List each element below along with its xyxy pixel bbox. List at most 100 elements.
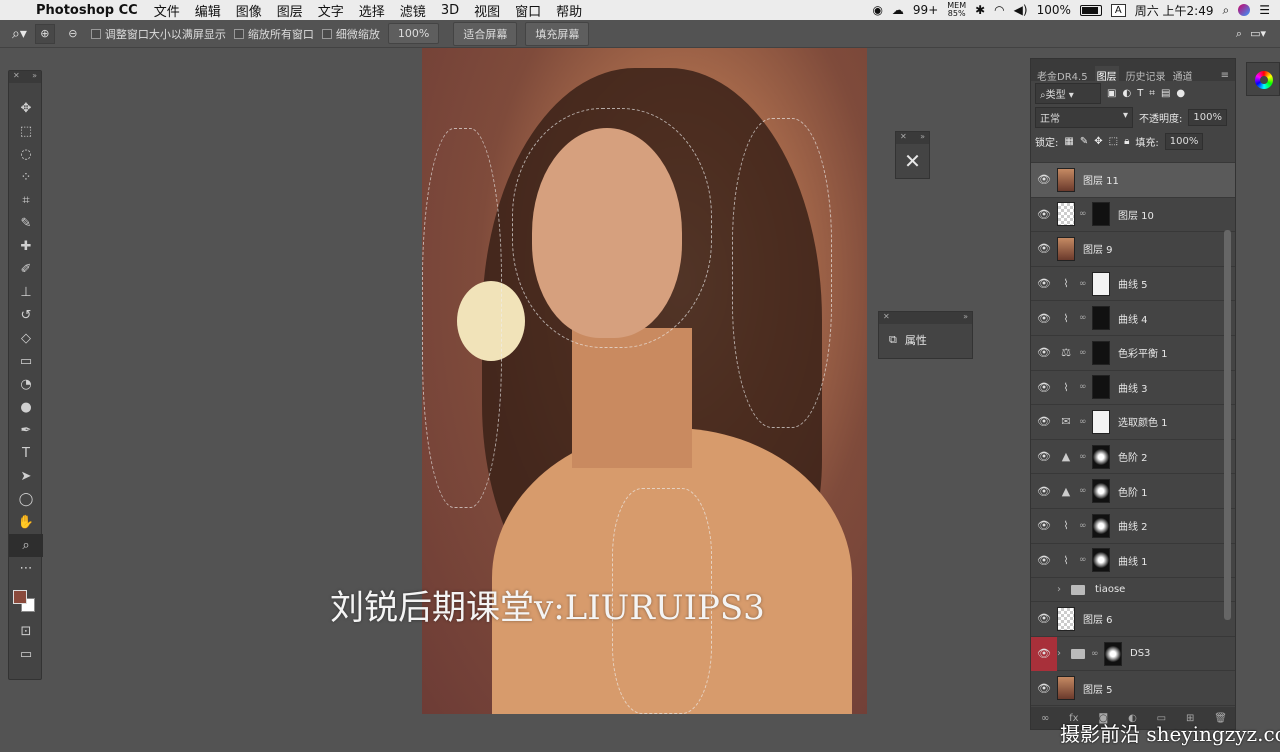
scrubby-zoom-checkbox[interactable]: 细微缩放 (321, 26, 380, 42)
resize-windows-checkbox[interactable]: 调整窗口大小以满屏显示 (90, 26, 226, 42)
fit-screen-button[interactable]: 适合屏幕 (453, 21, 518, 46)
visibility-eye-icon[interactable]: 👁︎ (1031, 612, 1057, 625)
visibility-eye-icon[interactable]: 👁︎ (1031, 554, 1057, 567)
visibility-eye-icon[interactable]: 👁︎ (1031, 277, 1057, 290)
opacity-input[interactable]: 100% (1188, 108, 1227, 126)
filter-adjustment-icon[interactable]: ◐ (1122, 88, 1131, 99)
collapse-icon[interactable]: » (32, 71, 37, 83)
siri-icon[interactable] (1238, 4, 1251, 16)
menu-view[interactable]: 视图 (474, 1, 500, 20)
properties-button[interactable]: ⧉ 属性 (879, 324, 972, 356)
link-icon[interactable]: ∞ (1079, 348, 1089, 358)
path-select-icon[interactable]: ➤ (9, 465, 43, 488)
link-icon[interactable]: ∞ (1079, 555, 1089, 565)
bluetooth-icon[interactable]: ✱ (975, 3, 985, 17)
fill-screen-button[interactable]: 填充屏幕 (525, 21, 590, 46)
blend-mode-select[interactable]: 正常 ▾ (1035, 106, 1133, 128)
record-icon[interactable]: ◉ (872, 3, 882, 17)
layer-row[interactable]: 👁︎ ✉ ∞ 选取颜色 1 (1031, 405, 1235, 440)
brush-tool-icon[interactable]: ✐ (9, 258, 43, 281)
close-icon[interactable]: ✕ (13, 71, 20, 83)
gradient-tool-icon[interactable]: ▭ (9, 350, 43, 373)
visibility-eye-icon[interactable]: 👁︎ (1031, 173, 1057, 186)
visibility-eye-icon[interactable]: 👁︎ (1031, 381, 1057, 394)
filter-shape-icon[interactable]: ⌗ (1149, 88, 1155, 99)
screen-mode-icon[interactable]: ▭ (9, 643, 43, 666)
zoom-100-button[interactable]: 100% (387, 23, 440, 44)
more-tools-icon[interactable]: ⋯ (9, 557, 43, 580)
layer-name[interactable]: tiaose (1095, 584, 1125, 595)
lock-artboard-icon[interactable]: ⬚ (1109, 136, 1118, 147)
eraser-tool-icon[interactable]: ◇ (9, 327, 43, 350)
tool-presets-icon[interactable]: ✕ (896, 144, 929, 178)
expand-icon[interactable]: » (920, 132, 925, 144)
layer-name[interactable]: 图层 10 (1118, 207, 1154, 222)
zoom-all-windows-checkbox[interactable]: 缩放所有窗口 (233, 26, 314, 42)
link-icon[interactable]: ∞ (1079, 452, 1089, 462)
layer-name[interactable]: 曲线 3 (1118, 380, 1148, 395)
layer-row[interactable]: 👁︎ 图层 5 (1031, 671, 1235, 706)
zoom-tool-preset-icon[interactable]: ⌕▾ (12, 26, 27, 42)
visibility-eye-icon[interactable]: 👁︎ (1031, 519, 1057, 532)
layer-name[interactable]: 曲线 1 (1118, 553, 1148, 568)
lock-all-icon[interactable]: 🔒︎ (1124, 136, 1129, 147)
lock-paint-icon[interactable]: ✎ (1080, 136, 1088, 147)
pen-tool-icon[interactable]: ✒ (9, 419, 43, 442)
layer-name[interactable]: 曲线 2 (1118, 518, 1148, 533)
menu-layer[interactable]: 图层 (277, 1, 303, 20)
menu-edit[interactable]: 编辑 (195, 1, 221, 20)
visibility-eye-icon[interactable]: 👁︎ (1031, 346, 1057, 359)
search-icon[interactable]: ⌕ (1236, 27, 1242, 41)
visibility-eye-icon[interactable]: 👁︎ (1031, 242, 1057, 255)
clock[interactable]: 周六 上午2:49 (1135, 2, 1214, 19)
layer-row[interactable]: 👁︎ ⌇ ∞ 曲线 3 (1031, 371, 1235, 406)
link-icon[interactable]: ∞ (1079, 209, 1089, 219)
visibility-eye-icon[interactable]: 👁︎ (1031, 485, 1057, 498)
app-name-menu[interactable]: Photoshop CC (36, 3, 138, 18)
expand-caret-icon[interactable]: › (1057, 584, 1067, 595)
link-icon[interactable]: ∞ (1079, 382, 1089, 392)
link-layers-icon[interactable]: ∞ (1041, 713, 1049, 724)
type-tool-icon[interactable]: T (9, 442, 43, 465)
hand-tool-icon[interactable]: ✋ (9, 511, 43, 534)
visibility-eye-icon[interactable]: 👁︎ (1031, 636, 1057, 671)
link-icon[interactable]: ∞ (1079, 521, 1089, 531)
layer-row[interactable]: 👁︎ 图层 9 (1031, 232, 1235, 267)
link-icon[interactable]: ∞ (1079, 313, 1089, 323)
zoom-tool-icon[interactable]: ⌕ (9, 534, 43, 557)
wechat-icon[interactable]: ☁ (892, 3, 904, 17)
fill-input[interactable]: 100% (1164, 132, 1204, 150)
layer-group-row[interactable]: 👁︎ › ∞ DS3 (1031, 636, 1235, 672)
dodge-tool-icon[interactable]: ● (9, 396, 43, 419)
link-icon[interactable]: ∞ (1079, 486, 1089, 496)
visibility-eye-icon[interactable]: 👁︎ (1031, 682, 1057, 695)
clone-stamp-icon[interactable]: ⊥ (9, 281, 43, 304)
spotlight-search-icon[interactable]: ⌕ (1223, 3, 1230, 18)
visibility-eye-icon[interactable]: 👁︎ (1031, 208, 1057, 221)
link-icon[interactable]: ∞ (1079, 279, 1089, 289)
ellipse-tool-icon[interactable]: ◯ (9, 488, 43, 511)
eyedropper-tool-icon[interactable]: ✎ (9, 212, 43, 235)
color-panel-button[interactable] (1246, 62, 1280, 96)
menu-filter[interactable]: 滤镜 (400, 1, 426, 20)
menu-image[interactable]: 图像 (236, 1, 262, 20)
menu-type[interactable]: 文字 (318, 1, 344, 20)
menu-window[interactable]: 窗口 (515, 1, 541, 20)
layer-row[interactable]: 👁︎ ▲ ∞ 色阶 1 (1031, 474, 1235, 509)
visibility-eye-icon[interactable]: 👁︎ (1031, 415, 1057, 428)
healing-brush-icon[interactable]: ✚ (9, 235, 43, 258)
visibility-eye-icon[interactable]: 👁︎ (1031, 312, 1057, 325)
expand-icon[interactable]: » (963, 312, 968, 324)
layer-name[interactable]: DS3 (1130, 648, 1150, 659)
mem-monitor[interactable]: MEM 85% (947, 2, 966, 18)
volume-icon[interactable]: ◀) (1014, 3, 1028, 17)
blur-tool-icon[interactable]: ◔ (9, 373, 43, 396)
layer-row[interactable]: 👁︎ ⚖ ∞ 色彩平衡 1 (1031, 336, 1235, 371)
close-icon[interactable]: ✕ (900, 132, 907, 144)
workspace-icon[interactable]: ▭▾ (1250, 27, 1266, 40)
link-icon[interactable]: ∞ (1091, 649, 1101, 659)
control-center-icon[interactable]: ☰ (1259, 3, 1270, 17)
foreground-color-swatch[interactable] (13, 590, 27, 604)
layer-name[interactable]: 色彩平衡 1 (1118, 345, 1168, 360)
lock-position-icon[interactable]: ✥ (1094, 136, 1102, 147)
